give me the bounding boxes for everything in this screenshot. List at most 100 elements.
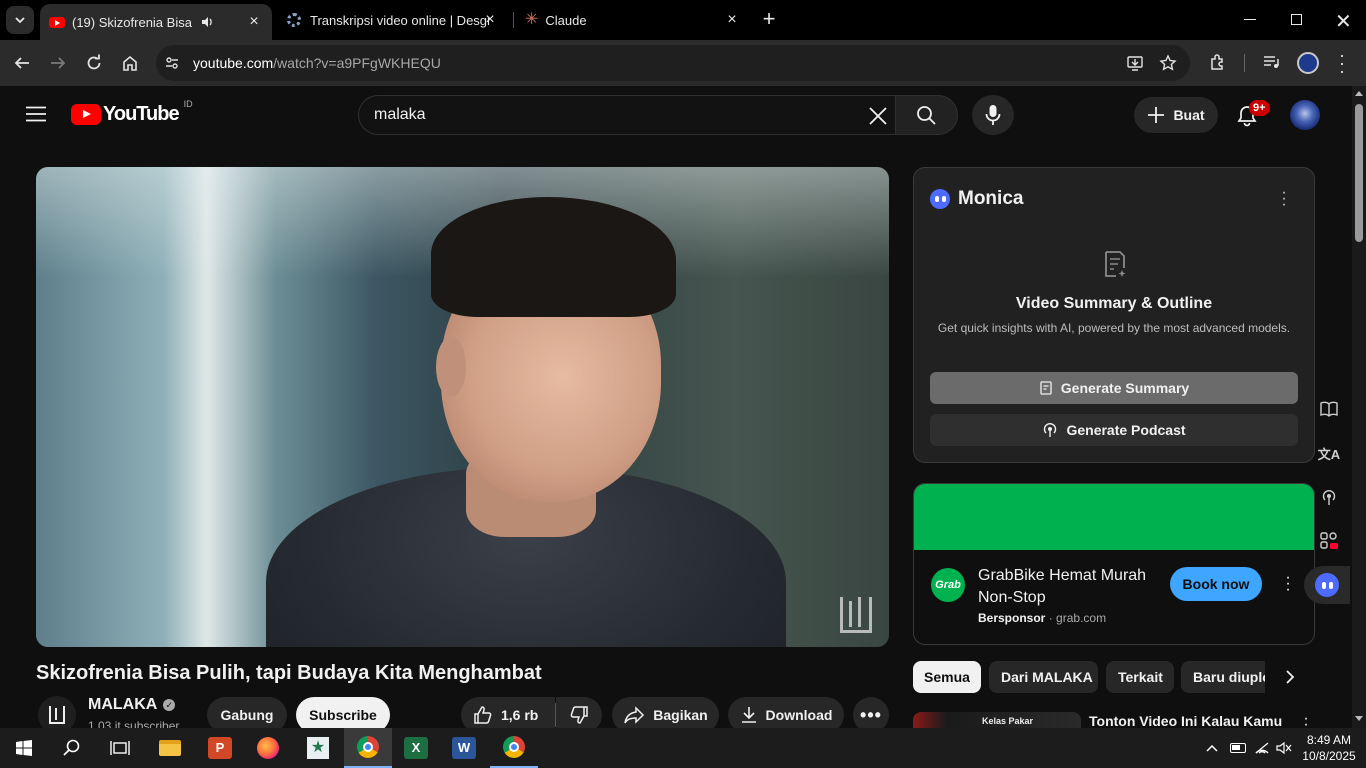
home-icon[interactable] [121,54,139,72]
translate-icon: 文A [1317,446,1341,462]
download-button[interactable]: Download [728,697,844,728]
chip-all[interactable]: Semua [913,661,981,693]
rail-apps-button[interactable] [1312,524,1346,558]
profile-avatar[interactable] [1297,52,1319,74]
site-info-icon[interactable] [164,55,180,71]
recommendation-thumbnail[interactable]: Kelas Pakar [913,712,1081,728]
task-view-button[interactable] [96,728,144,768]
recommendation-menu-icon[interactable]: · · [1303,711,1309,729]
hamburger-menu-icon[interactable] [26,106,46,122]
channel-avatar[interactable] [38,696,76,728]
chip-related[interactable]: Terkait [1106,661,1174,693]
generate-podcast-button[interactable]: Generate Podcast [930,414,1298,446]
share-button[interactable]: Bagikan [612,697,719,728]
channel-name[interactable]: MALAKA ✓ [88,696,176,714]
tray-overflow-icon[interactable] [1206,743,1218,753]
search-button[interactable] [895,95,958,135]
like-button[interactable]: 1,6 rb [461,697,555,728]
pinned-star-app[interactable]: ★ [294,728,342,768]
join-button[interactable]: Gabung [207,697,287,728]
media-control-icon[interactable] [1262,53,1280,71]
star-app-icon: ★ [307,737,329,759]
youtube-logo[interactable]: YouTube ID [71,99,193,126]
close-window-button[interactable]: ✕ [1335,9,1352,34]
more-actions-button[interactable]: ••• [853,697,889,728]
install-app-icon[interactable] [1126,54,1144,72]
ad-banner [914,484,1314,550]
chip-label: Terkait [1118,669,1163,685]
search-box[interactable]: malaka [358,95,896,135]
account-avatar[interactable] [1290,100,1320,130]
page-scrollbar[interactable] [1352,86,1366,728]
clear-search-icon[interactable] [869,107,887,125]
ad-menu-icon[interactable]: · · · [1285,570,1291,598]
new-tab-button[interactable]: + [758,8,780,30]
scroll-down-arrow[interactable] [1355,716,1363,721]
sponsored-ad-card[interactable]: Grab GrabBike Hemat Murah Non-Stop Bersp… [913,483,1315,645]
back-icon[interactable] [13,54,31,72]
rail-translate-button[interactable]: 文A [1312,436,1346,470]
close-tab-icon[interactable]: × [482,12,498,28]
monica-menu-icon[interactable]: · · · [1281,185,1287,213]
restore-button[interactable] [1291,14,1302,25]
book-icon [1320,401,1338,417]
generate-summary-button[interactable]: Generate Summary [930,372,1298,404]
recommendation-title[interactable]: Tonton Video Ini Kalau Kamu [1089,713,1282,728]
chips-next-icon[interactable] [1284,669,1296,685]
monica-launcher-button[interactable] [1304,566,1350,604]
youtube-favicon-icon [49,16,65,28]
search-input[interactable]: malaka [374,106,426,124]
tab-search-button[interactable] [6,6,34,34]
scroll-up-arrow[interactable] [1355,91,1363,96]
close-tab-icon[interactable]: × [246,14,262,30]
malaka-logo-icon [49,706,65,724]
tab-claude[interactable]: ✳ Claude × [516,0,750,40]
volume-muted-icon[interactable] [1276,741,1292,755]
reload-icon[interactable] [85,54,103,72]
chrome-app-active[interactable] [344,728,392,768]
subscribe-button[interactable]: Subscribe [296,697,390,728]
wifi-icon[interactable] [1254,741,1270,755]
address-bar[interactable]: youtube.com/watch?v=a9PFgWKHEQU [156,45,1190,81]
scrollbar-thumb[interactable] [1355,104,1363,242]
forward-icon[interactable] [49,54,67,72]
clock[interactable]: 8:49 AM 10/8/2025 [1296,732,1362,764]
excel-app[interactable]: X [392,728,440,768]
toolbar-divider [1244,54,1245,72]
chip-recently-uploaded[interactable]: Baru diuplo [1181,661,1265,693]
tab-transkripsi[interactable]: Transkripsi video online | Desgr × [278,0,508,40]
book-now-label: Book now [1182,576,1250,592]
battery-icon[interactable] [1230,743,1246,753]
firefox-app[interactable] [244,728,292,768]
channel-name-text: MALAKA [88,696,158,713]
book-now-button[interactable]: Book now [1170,567,1262,601]
minimize-button[interactable] [1244,19,1256,20]
rail-podcast-button[interactable] [1312,480,1346,514]
dislike-button[interactable] [556,697,602,728]
meta-dot: · [1048,611,1057,625]
speaker-icon [202,17,212,27]
create-button[interactable]: Buat [1134,97,1218,133]
monica-title: Monica [958,188,1024,209]
file-explorer-app[interactable] [146,728,194,768]
chip-from-channel[interactable]: Dari MALAKA [989,661,1098,693]
summary-icon [1040,381,1052,395]
tab-youtube[interactable]: (19) Skizofrenia Bisa Pulih, tapi × [40,4,272,40]
close-tab-icon[interactable]: × [724,12,740,28]
video-player[interactable] [36,167,889,647]
url-path: /watch?v=a9PFgWKHEQU [273,55,441,71]
word-app[interactable]: W [440,728,488,768]
chrome-profile-app[interactable] [490,728,538,768]
extensions-icon[interactable] [1209,53,1227,71]
rail-reading-button[interactable] [1312,392,1346,426]
url-domain: youtube.com [193,55,274,71]
ad-domain: grab.com [1056,611,1107,625]
browser-menu-icon[interactable]: · · · [1339,46,1345,80]
taskbar-search-button[interactable] [48,728,96,768]
voice-search-button[interactable] [972,95,1014,135]
start-button[interactable] [0,728,48,768]
powerpoint-app[interactable]: P [196,728,244,768]
youtube-play-icon [71,103,101,125]
word-icon: W [452,737,476,759]
bookmark-star-icon[interactable] [1159,54,1177,72]
